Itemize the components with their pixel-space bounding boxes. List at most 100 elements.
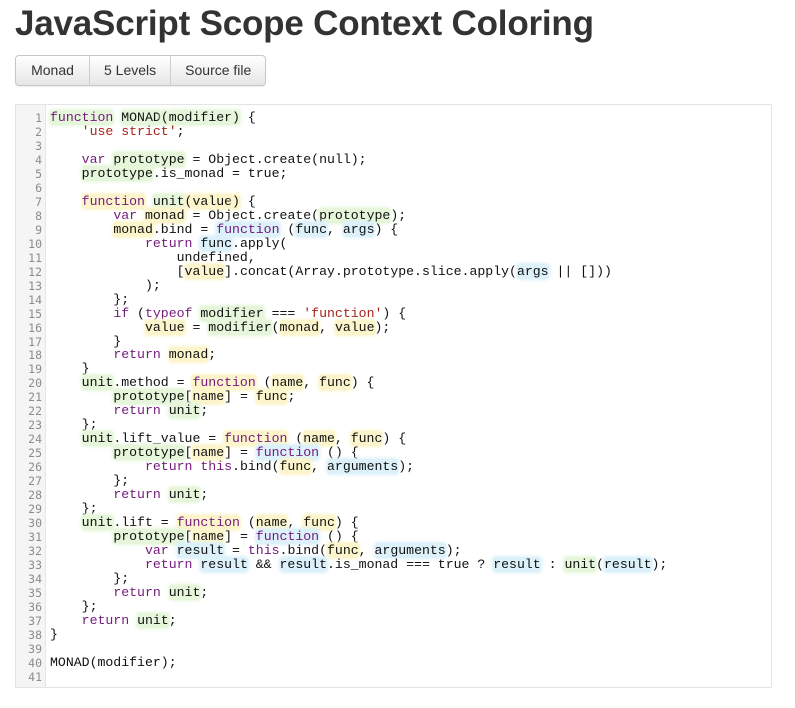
keyword-token: function [50,110,114,125]
five-levels-button[interactable]: 5 Levels [90,56,172,85]
scoped-identifier-token: func [303,515,335,531]
monad-button[interactable]: Monad [16,56,90,85]
code-token: }; [50,291,130,307]
scoped-identifier-token: result [493,557,541,572]
code-token: , [358,543,375,559]
code-token: , [319,319,335,335]
string-token: 'use strict' [81,123,177,139]
code-token: ( [596,557,605,572]
line-number: 10 [28,236,42,251]
code-token: }; [50,501,98,517]
code-token: ( [279,221,296,237]
scoped-identifier-token: func [327,543,359,559]
line-number: 17 [28,334,42,349]
code-text: }; [50,291,130,307]
scoped-identifier-token: value [144,319,185,335]
code-token: { [239,110,256,125]
scoped-identifier-token: result [604,557,652,572]
code-token: () { [319,529,359,545]
line-number: 22 [28,404,42,419]
code-token: ) { [334,515,359,531]
code-token: ; [200,584,209,600]
scoped-identifier-token: prototype [113,529,185,545]
code-token: , [311,459,327,475]
scoped-identifier-token: unit [81,515,114,531]
line-number: 34 [28,571,42,586]
view-button-group: Monad 5 Levels Source file [15,55,267,86]
line-number: 16 [28,320,42,335]
code-token: ); [445,543,462,559]
code-token: ( [239,515,256,531]
code-token: = Object.create( [184,207,320,223]
code-token: .is_monad = true; [152,165,288,181]
keyword-token: var [113,207,138,223]
scoped-identifier-token: name [192,445,225,461]
scoped-identifier-token: prototype [113,151,185,167]
code-token: = [224,543,248,559]
code-text: function MONAD(modifier) { [50,110,256,125]
line-number: 12 [28,264,42,279]
code-token: }; [50,570,130,586]
scoped-identifier-token: value [192,193,233,209]
code-text: return unit; [50,612,177,628]
scoped-identifier-token: args [516,263,549,279]
keyword-token: return [144,557,193,572]
code-text: return monad; [50,347,216,363]
code-text: if (typeof modifier === 'function') { [50,305,406,321]
scoped-identifier-token: modifier [168,110,233,125]
code-text: prototype[name] = function () { [50,529,359,545]
scoped-identifier-token: prototype [319,207,391,223]
scoped-identifier-token: unit [168,403,201,419]
code-token: = Object.create(null); [184,151,367,167]
line-number: 19 [28,362,42,377]
scoped-identifier-token: result [200,557,248,572]
code-text: 'use strict'; [50,123,185,139]
code-token: ; [200,487,209,503]
line-number: 37 [28,613,42,628]
keyword-token: return [113,584,161,600]
code-token: [ [50,263,185,279]
code-token: ); [390,207,407,223]
code-token: () { [319,445,359,461]
line-number: 35 [28,585,42,600]
code-token: .is_monad === true ? [327,557,494,572]
scoped-identifier-token: ( [160,110,169,125]
line-number: 33 [28,558,42,572]
line-number: 9 [35,222,42,237]
scoped-identifier-token: modifier [200,305,264,321]
code-text: [value].concat(Array.prototype.slice.app… [50,263,612,279]
code-token: ; [287,389,296,405]
keyword-token: typeof [144,305,193,321]
code-text: prototype.is_monad = true; [50,165,288,181]
scoped-identifier-token: args [342,221,375,237]
code-token: .bind = [152,221,217,237]
keyword-token: return [144,235,193,251]
scoped-identifier-token: func [255,389,288,405]
code-text: undefined, [50,250,256,265]
line-number: 40 [28,655,42,670]
scoped-identifier-token: result [279,557,327,572]
code-token: } [50,626,58,642]
line-number: 39 [28,641,42,656]
source-file-button[interactable]: Source file [171,56,265,85]
keyword-token: this [200,459,233,475]
line-number: 6 [35,180,42,195]
line-number: 25 [28,446,42,461]
line-number: 11 [28,250,42,265]
code-token: ); [398,459,415,475]
code-viewer: 1 function MONAD(modifier) {2 'use strict… [15,104,772,688]
scoped-identifier-token: value [334,319,375,335]
code-token: = [184,319,209,335]
